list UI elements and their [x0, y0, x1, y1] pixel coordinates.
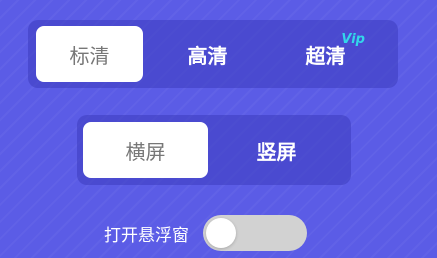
toggle-knob [206, 218, 236, 248]
quality-option-sd[interactable]: 标清 [36, 26, 143, 82]
quality-option-label: 高清 [187, 43, 228, 68]
orientation-option-label: 竖屏 [256, 139, 297, 164]
orientation-option-label: 横屏 [125, 139, 166, 164]
vip-badge: Vip [341, 32, 365, 47]
orientation-selector: 横屏 竖屏 [77, 115, 351, 185]
quality-option-label: 超清 [305, 43, 346, 68]
orientation-option-portrait[interactable]: 竖屏 [214, 122, 339, 178]
float-window-row: 打开悬浮窗 [104, 214, 307, 252]
quality-option-hd[interactable]: 高清 [154, 26, 261, 82]
quality-selector: 标清 高清 超清 Vip [28, 20, 398, 88]
quality-option-fhd[interactable]: 超清 Vip [272, 26, 379, 82]
orientation-option-landscape[interactable]: 横屏 [83, 122, 208, 178]
float-window-toggle[interactable] [203, 215, 307, 251]
quality-option-label: 标清 [69, 43, 110, 68]
float-window-label: 打开悬浮窗 [104, 225, 189, 246]
